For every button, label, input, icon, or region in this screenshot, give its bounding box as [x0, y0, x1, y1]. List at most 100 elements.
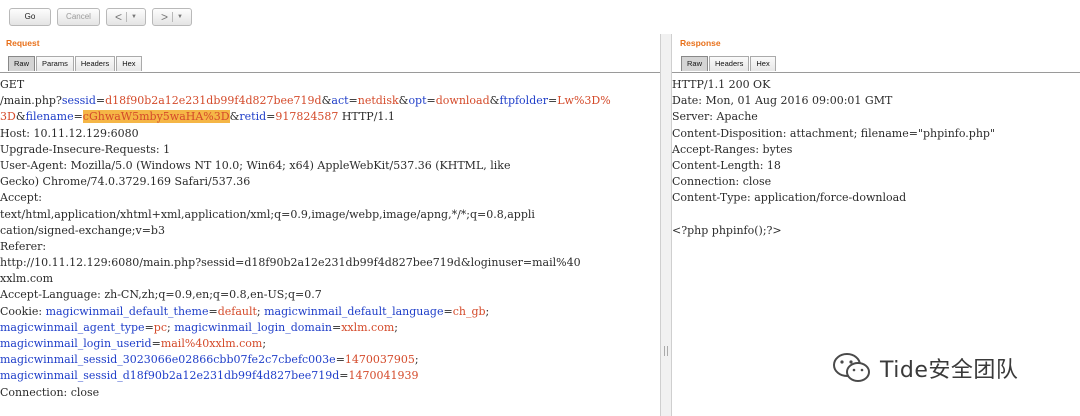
param-value: mail%40xxlm.com	[160, 337, 263, 350]
back-button[interactable]: < ▼	[106, 8, 146, 26]
response-line: Connection: close	[672, 174, 995, 190]
request-line: Upgrade-Insecure-Requests: 1	[0, 142, 611, 158]
splitter-grip-icon[interactable]	[664, 346, 668, 356]
request-line: cation/signed-exchange;v=b3	[0, 223, 611, 239]
request-line: Accept-Language: zh-CN,zh;q=0.9,en;q=0.8…	[0, 287, 611, 303]
cancel-button-label: Cancel	[66, 12, 91, 21]
request-line: Referer:	[0, 239, 611, 255]
chevron-right-icon: >	[161, 10, 169, 24]
text-segment: Server: Apache	[672, 110, 758, 124]
text-segment: HTTP/1.1 200 OK	[672, 78, 771, 91]
text-segment: =	[73, 110, 83, 124]
param-value: 917824587	[275, 110, 339, 124]
text-segment: &	[15, 110, 26, 124]
request-line: magicwinmail_login_userid=mail%40xxlm.co…	[0, 336, 611, 352]
request-line: Host: 10.11.12.129:6080	[0, 126, 611, 142]
text-segment: Accept-Ranges: bytes	[672, 142, 793, 156]
cancel-button[interactable]: Cancel	[57, 8, 100, 26]
text-segment: =	[443, 304, 453, 318]
text-segment: text/html,application/xhtml+xml,applicat…	[0, 207, 535, 221]
text-segment: xxlm.com	[0, 272, 54, 286]
response-line: Server: Apache	[672, 109, 995, 125]
text-segment: cation/signed-exchange;v=b3	[0, 223, 165, 237]
request-line: /main.php?sessid=d18f90b2a12e231db99f4d8…	[0, 93, 611, 109]
text-segment: User-Agent: Mozilla/5.0 (Windows NT 10.0…	[0, 158, 511, 172]
request-title: Request	[6, 38, 40, 48]
response-tab-raw[interactable]: Raw	[681, 56, 709, 71]
text-segment: Connection: close	[0, 385, 100, 399]
chevron-down-icon[interactable]: ▼	[177, 14, 183, 20]
text-segment: Host: 10.11.12.129:6080	[0, 126, 139, 140]
request-line: 3D&filename=cGhwaW5mby5waHA%3D&retid=917…	[0, 109, 611, 125]
request-line: Gecko) Chrome/74.0.3729.169 Safari/537.3…	[0, 174, 611, 190]
request-line: Accept:	[0, 190, 611, 206]
request-tab-params[interactable]: Params	[36, 56, 74, 71]
text-segment: <?php phpinfo();?>	[672, 223, 782, 237]
text-segment: Date: Mon, 01 Aug 2016 09:00:01 GMT	[672, 94, 893, 108]
param-value: xxlm.com	[341, 320, 395, 334]
watermark-text: Tide安全团队	[880, 358, 1019, 383]
param-value: d18f90b2a12e231db99f4d827bee719d	[105, 94, 322, 108]
param-name: filename	[25, 110, 74, 124]
text-segment: =	[208, 304, 218, 318]
text-segment: =	[548, 94, 558, 108]
text-segment: Gecko) Chrome/74.0.3729.169 Safari/537.3…	[0, 175, 251, 189]
forward-button[interactable]: > ▼	[152, 8, 192, 26]
go-button[interactable]: Go	[9, 8, 51, 26]
request-tab-raw[interactable]: Raw	[8, 56, 36, 71]
text-segment: Upgrade-Insecure-Requests: 1	[0, 142, 171, 156]
request-editor[interactable]: GET/main.php?sessid=d18f90b2a12e231db99f…	[0, 72, 660, 416]
request-line: User-Agent: Mozilla/5.0 (Windows NT 10.0…	[0, 158, 611, 174]
param-name: retid	[239, 110, 267, 124]
text-segment: =	[144, 320, 154, 334]
request-tab-hex[interactable]: Hex	[116, 56, 142, 71]
param-value: Lw%3D%	[557, 94, 611, 108]
text-segment: Accept:	[0, 191, 42, 205]
request-tab-headers[interactable]: Headers	[74, 56, 116, 71]
param-name: magicwinmail_sessid_d18f90b2a12e231db99f…	[0, 369, 340, 383]
response-tab-hex[interactable]: Hex	[750, 56, 776, 71]
param-value: download	[435, 94, 490, 108]
param-value: ch_gb	[452, 304, 486, 318]
request-line: GET	[0, 77, 611, 93]
text-segment: &	[229, 110, 240, 124]
pane-splitter[interactable]	[660, 34, 672, 416]
text-segment: =	[348, 94, 358, 108]
param-value: 3D	[0, 110, 16, 124]
text-segment: Referer:	[0, 239, 47, 253]
request-line: http://10.11.12.129:6080/main.php?sessid…	[0, 255, 611, 271]
text-segment: &	[321, 94, 332, 108]
param-value: 1470037905	[344, 353, 415, 367]
param-name: act	[331, 94, 349, 108]
watermark: Tide安全团队	[832, 350, 1018, 386]
text-segment: =	[266, 110, 276, 124]
text-segment: Cookie:	[0, 304, 46, 318]
text-segment: Accept-Language: zh-CN,zh;q=0.9,en;q=0.8…	[0, 288, 322, 302]
response-tab-headers[interactable]: Headers	[709, 56, 750, 71]
response-text[interactable]: HTTP/1.1 200 OK Date: Mon, 01 Aug 2016 09…	[672, 77, 995, 239]
param-name: magicwinmail_default_language	[264, 304, 444, 318]
request-text[interactable]: GET/main.php?sessid=d18f90b2a12e231db99f…	[0, 77, 611, 401]
text-segment: =	[335, 353, 345, 367]
text-segment: ;	[414, 353, 419, 367]
go-button-label: Go	[24, 12, 36, 21]
param-name: opt	[408, 94, 427, 108]
request-line: magicwinmail_sessid_3023066e02866cbb07fe…	[0, 352, 611, 368]
response-line: Content-Type: application/force-download	[672, 190, 995, 206]
text-segment: ;	[394, 320, 398, 334]
param-name: magicwinmail_login_userid	[0, 337, 152, 350]
text-segment: Content-Type: application/force-download	[672, 191, 907, 205]
text-segment: /main.php?	[0, 94, 62, 108]
response-line: <?php phpinfo();?>	[672, 223, 995, 239]
param-value: 1470041939	[348, 369, 419, 383]
chevron-down-icon[interactable]: ▼	[131, 14, 137, 20]
request-line: Cookie: magicwinmail_default_theme=defau…	[0, 304, 611, 320]
request-line: magicwinmail_agent_type=pc; magicwinmail…	[0, 320, 611, 336]
response-title: Response	[680, 38, 721, 48]
text-segment: http://10.11.12.129:6080/main.php?sessid…	[0, 256, 581, 270]
text-segment: GET	[0, 78, 25, 91]
text-segment: Content-Disposition: attachment; filenam…	[672, 126, 996, 140]
response-line: HTTP/1.1 200 OK	[672, 77, 995, 93]
request-line: text/html,application/xhtml+xml,applicat…	[0, 207, 611, 223]
text-segment: =	[151, 337, 161, 350]
